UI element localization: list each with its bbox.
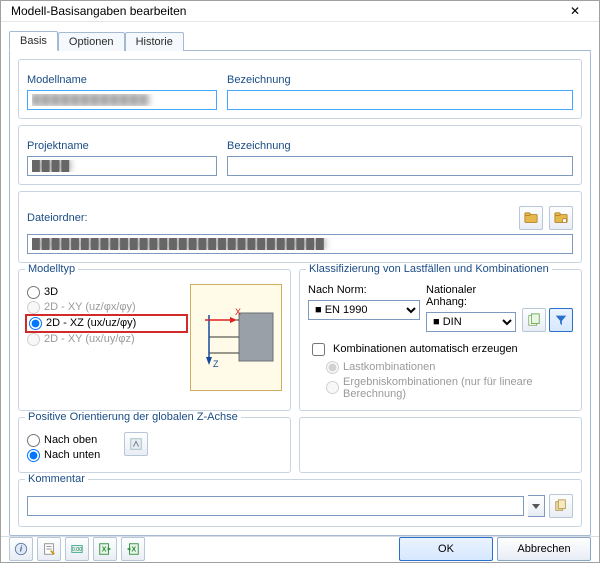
radio-2d-xy-membrane: 2D - XY (ux/uy/φz) (27, 333, 186, 346)
radio-z-up[interactable]: Nach oben (27, 434, 100, 447)
close-button[interactable]: ✕ (555, 1, 595, 21)
cancel-button[interactable]: Abbrechen (497, 537, 591, 561)
notes-button[interactable] (37, 537, 61, 561)
annex-select[interactable]: ■ DIN (426, 312, 516, 332)
group-empty-right (299, 417, 582, 473)
norm-select[interactable]: ■ EN 1990 (308, 300, 420, 320)
checkbox-auto-combinations[interactable]: Kombinationen automatisch erzeugen (308, 340, 573, 359)
caption-orientation: Positive Orientierung der globalen Z-Ach… (25, 411, 241, 423)
radio-result-combinations: Ergebniskombinationen (nur für lineare B… (326, 376, 573, 400)
label-model-desc: Bezeichnung (227, 74, 573, 86)
radio-result-comb-label: Ergebniskombinationen (nur für lineare B… (343, 376, 573, 400)
group-project: Projektname Bezeichnung (18, 125, 582, 185)
tab-optionen[interactable]: Optionen (58, 32, 125, 51)
folder-button-1[interactable] (519, 206, 543, 230)
annex-settings-button[interactable] (522, 308, 546, 332)
caption-model-type: Modelltyp (25, 263, 78, 275)
comment-input[interactable] (27, 496, 524, 516)
model-type-diagram: Z X (190, 284, 282, 391)
folder-path-input (27, 234, 573, 254)
tab-page-basis: Modellname Bezeichnung Projektname (9, 51, 591, 536)
tab-basis[interactable]: Basis (9, 31, 58, 51)
radio-load-combinations: Lastkombinationen (326, 361, 573, 374)
excel-export-button[interactable]: X (93, 537, 117, 561)
orientation-preview-button[interactable] (124, 432, 148, 456)
radio-2d-xy-bending-label: 2D - XY (uz/φx/φy) (44, 301, 136, 313)
help-button[interactable]: i (9, 537, 33, 561)
label-norm: Nach Norm: (308, 284, 420, 296)
radio-load-comb-label: Lastkombinationen (343, 361, 435, 373)
caption-comment: Kommentar (25, 473, 88, 485)
dialog-window: Modell-Basisangaben bearbeiten ✕ Basis O… (0, 0, 600, 563)
comment-dropdown-arrow[interactable] (528, 495, 545, 517)
label-proj-name: Projektname (27, 140, 217, 152)
excel-import-button[interactable]: X (121, 537, 145, 561)
caption-classification: Klassifizierung von Lastfällen und Kombi… (306, 263, 552, 275)
window-title: Modell-Basisangaben bearbeiten (11, 4, 555, 18)
radio-z-up-label: Nach oben (44, 434, 97, 446)
svg-text:0.00: 0.00 (72, 547, 82, 553)
label-folder: Dateiordner: (27, 212, 88, 224)
model-desc-input[interactable] (227, 90, 573, 110)
group-model: Modellname Bezeichnung (18, 59, 582, 119)
svg-text:X: X (102, 547, 107, 554)
project-name-input (27, 156, 217, 176)
radio-z-down[interactable]: Nach unten (27, 449, 100, 462)
comment-library-button[interactable] (549, 494, 573, 518)
row-orientation: Positive Orientierung der globalen Z-Ach… (18, 417, 582, 473)
filter-button[interactable] (549, 308, 573, 332)
radio-z-down-label: Nach unten (44, 449, 100, 461)
ok-button[interactable]: OK (399, 537, 493, 561)
dialog-body: Basis Optionen Historie Modellname Bezei… (1, 22, 599, 536)
radio-2d-xy-bending: 2D - XY (uz/φx/φy) (27, 301, 186, 314)
radio-2d-xz[interactable]: 2D - XZ (ux/uz/φy) (27, 316, 186, 331)
units-button[interactable]: 0.00 (65, 537, 89, 561)
radio-2d-xz-label: 2D - XZ (ux/uz/φy) (46, 317, 136, 329)
group-classification: Klassifizierung von Lastfällen und Kombi… (299, 269, 582, 411)
group-orientation: Positive Orientierung der globalen Z-Ach… (18, 417, 291, 473)
checkbox-auto-label: Kombinationen automatisch erzeugen (333, 343, 518, 355)
tab-row: Basis Optionen Historie (9, 28, 591, 51)
label-proj-desc: Bezeichnung (227, 140, 573, 152)
label-model-name: Modellname (27, 74, 217, 86)
group-model-type: Modelltyp 3D 2D - XY (uz/φx/φy) 2D - XZ … (18, 269, 291, 411)
button-bar: i 0.00 X X OK Abbrechen (1, 536, 599, 562)
row-type-classification: Modelltyp 3D 2D - XY (uz/φx/φy) 2D - XZ … (18, 269, 582, 411)
tab-historie[interactable]: Historie (125, 32, 184, 51)
folder-button-2[interactable] (549, 206, 573, 230)
svg-text:X: X (132, 547, 137, 554)
label-annex: Nationaler Anhang: (426, 284, 516, 308)
svg-text:Z: Z (213, 359, 219, 369)
radio-2d-xy-membrane-label: 2D - XY (ux/uy/φz) (44, 333, 135, 345)
svg-text:X: X (235, 307, 241, 317)
title-bar: Modell-Basisangaben bearbeiten ✕ (1, 1, 599, 22)
project-desc-input (227, 156, 573, 176)
group-comment: Kommentar (18, 479, 582, 527)
group-folder: Dateiordner: (18, 191, 582, 263)
radio-3d-label: 3D (44, 286, 58, 298)
model-name-input[interactable] (27, 90, 217, 110)
radio-3d[interactable]: 3D (27, 286, 186, 299)
